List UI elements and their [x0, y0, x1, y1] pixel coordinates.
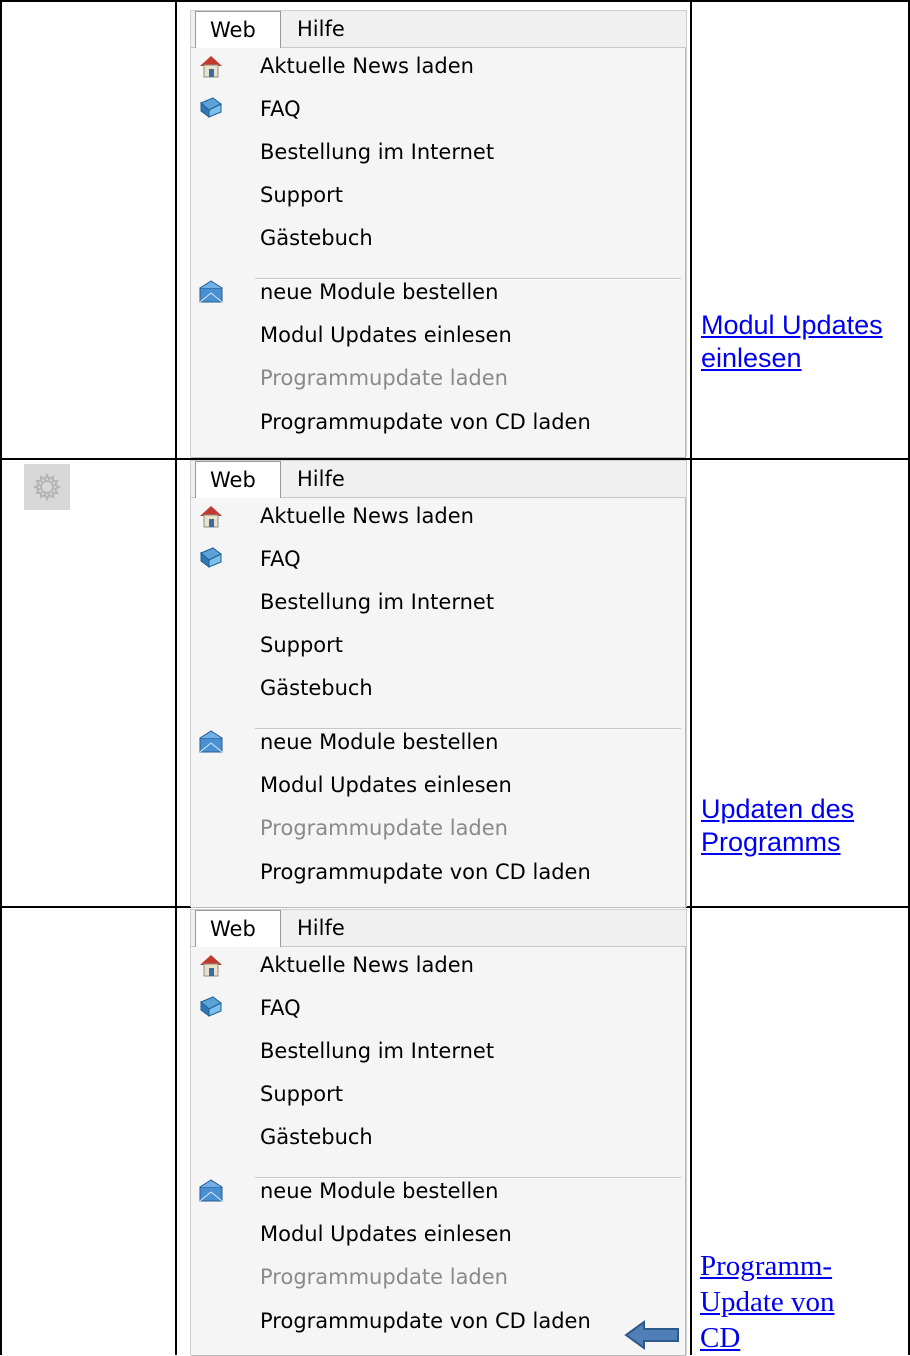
- home-icon: [197, 951, 225, 979]
- menu-item[interactable]: Gästebuch: [191, 668, 685, 708]
- menu-item-label: Modul Updates einlesen: [260, 773, 512, 797]
- menu-item-label: Programmupdate von CD laden: [260, 860, 591, 884]
- dropdown-menu: Aktuelle News laden FAQ Bestellung im Inte…: [191, 498, 686, 908]
- menu-item-label: FAQ: [260, 97, 301, 121]
- menu-item-label: Gästebuch: [260, 226, 373, 250]
- table-border-top: [0, 0, 910, 2]
- menu-item-label: Gästebuch: [260, 1125, 373, 1149]
- menu-item-label: Programmupdate laden: [260, 816, 508, 840]
- link-line: Programms: [701, 827, 841, 857]
- menubar: Web Hilfe: [191, 910, 686, 948]
- menu-tab-web[interactable]: Web: [195, 461, 281, 499]
- menu-separator-highlight: [255, 279, 681, 280]
- menu-item-label: Bestellung im Internet: [260, 140, 495, 164]
- menu-item[interactable]: FAQ: [191, 89, 685, 129]
- table-border-col2: [690, 0, 692, 1355]
- link-programm-update-von-cd[interactable]: Programm- Update von CD: [700, 1248, 835, 1356]
- menu-item[interactable]: FAQ: [191, 539, 685, 579]
- menu-item-label: Programmupdate laden: [260, 1265, 508, 1289]
- menu-screenshot: Web Hilfe Aktuelle News laden FAQ Bestellung…: [190, 909, 687, 1356]
- book-icon: [197, 95, 225, 123]
- link-line: Update von: [700, 1286, 835, 1318]
- menu-item[interactable]: Gästebuch: [191, 1117, 685, 1157]
- dropdown-menu: Aktuelle News laden FAQ Bestellung im Inte…: [191, 48, 686, 458]
- menu-item: Programmupdate laden: [191, 1257, 685, 1297]
- menu-item[interactable]: Gästebuch: [191, 218, 685, 258]
- menu-item-label: Bestellung im Internet: [260, 1039, 495, 1063]
- menu-item[interactable]: FAQ: [191, 988, 685, 1028]
- link-modul-updates[interactable]: Modul Updates einlesen: [701, 309, 883, 375]
- table-border-left: [0, 0, 2, 1355]
- link-line: einlesen: [701, 343, 802, 373]
- menu-item-label: Support: [260, 1082, 344, 1106]
- menu-item-label: FAQ: [260, 996, 301, 1020]
- menu-separator-highlight: [255, 729, 681, 730]
- menu-item[interactable]: Modul Updates einlesen: [191, 1214, 685, 1254]
- table-border-col1: [175, 0, 177, 1355]
- menu-item[interactable]: Bestellung im Internet: [191, 582, 685, 622]
- menu-item: Programmupdate laden: [191, 808, 685, 848]
- menu-item[interactable]: Aktuelle News laden: [191, 945, 685, 985]
- menu-separator-highlight: [255, 1178, 681, 1179]
- menu-item[interactable]: Aktuelle News laden: [191, 46, 685, 86]
- menu-item[interactable]: Modul Updates einlesen: [191, 315, 685, 355]
- menu-tab-web[interactable]: Web: [195, 11, 281, 49]
- menu-item-label: Gästebuch: [260, 676, 373, 700]
- link-line: CD: [700, 1322, 741, 1354]
- home-icon: [197, 502, 225, 530]
- menu-item-label: Aktuelle News laden: [260, 54, 474, 78]
- mail-icon: [197, 728, 225, 756]
- menu-item-label: Modul Updates einlesen: [260, 323, 512, 347]
- menu-item[interactable]: Support: [191, 175, 685, 215]
- menu-item-label: Programmupdate von CD laden: [260, 410, 591, 434]
- menu-item[interactable]: Bestellung im Internet: [191, 132, 685, 172]
- menu-item[interactable]: Support: [191, 625, 685, 665]
- menu-item[interactable]: Support: [191, 1074, 685, 1114]
- menu-item-label: Programmupdate laden: [260, 366, 508, 390]
- menu-item[interactable]: Aktuelle News laden: [191, 496, 685, 536]
- menu-tab-hilfe[interactable]: Hilfe: [297, 910, 345, 947]
- menu-item-label: Modul Updates einlesen: [260, 1222, 512, 1246]
- gear-icon: [24, 464, 70, 510]
- link-line: Programm-: [700, 1250, 833, 1282]
- left-arrow-icon: [624, 1319, 680, 1355]
- link-updaten-des-programms[interactable]: Updaten des Programms: [701, 793, 854, 859]
- menu-item[interactable]: Modul Updates einlesen: [191, 765, 685, 805]
- menu-tab-web[interactable]: Web: [195, 910, 281, 948]
- menubar: Web Hilfe: [191, 461, 686, 499]
- mail-icon: [197, 278, 225, 306]
- link-line: Modul Updates: [701, 310, 883, 340]
- menu-item-label: FAQ: [260, 547, 301, 571]
- menu-item[interactable]: Bestellung im Internet: [191, 1031, 685, 1071]
- menu-tab-hilfe[interactable]: Hilfe: [297, 11, 345, 48]
- menu-screenshot: Web Hilfe Aktuelle News laden FAQ Bestellung…: [190, 10, 687, 458]
- link-line: Updaten des: [701, 794, 855, 824]
- menu-item-label: Bestellung im Internet: [260, 590, 495, 614]
- dropdown-menu: Aktuelle News laden FAQ Bestellung im Inte…: [191, 947, 686, 1356]
- book-icon: [197, 994, 225, 1022]
- menu-screenshot: Web Hilfe Aktuelle News laden FAQ Bestellung…: [190, 460, 687, 908]
- menu-item-label: Aktuelle News laden: [260, 504, 474, 528]
- menu-item[interactable]: Programmupdate von CD laden: [191, 852, 685, 892]
- book-icon: [197, 545, 225, 573]
- menu-item[interactable]: Programmupdate von CD laden: [191, 402, 685, 442]
- menu-item: Programmupdate laden: [191, 358, 685, 398]
- mail-icon: [197, 1177, 225, 1205]
- menu-item-label: Support: [260, 183, 344, 207]
- menu-item-label: Aktuelle News laden: [260, 953, 474, 977]
- menu-item-label: Programmupdate von CD laden: [260, 1309, 591, 1333]
- home-icon: [197, 52, 225, 80]
- menu-item-label: Support: [260, 633, 344, 657]
- menubar: Web Hilfe: [191, 11, 686, 49]
- menu-item[interactable]: Programmupdate von CD laden: [191, 1301, 685, 1341]
- menu-tab-hilfe[interactable]: Hilfe: [297, 461, 345, 498]
